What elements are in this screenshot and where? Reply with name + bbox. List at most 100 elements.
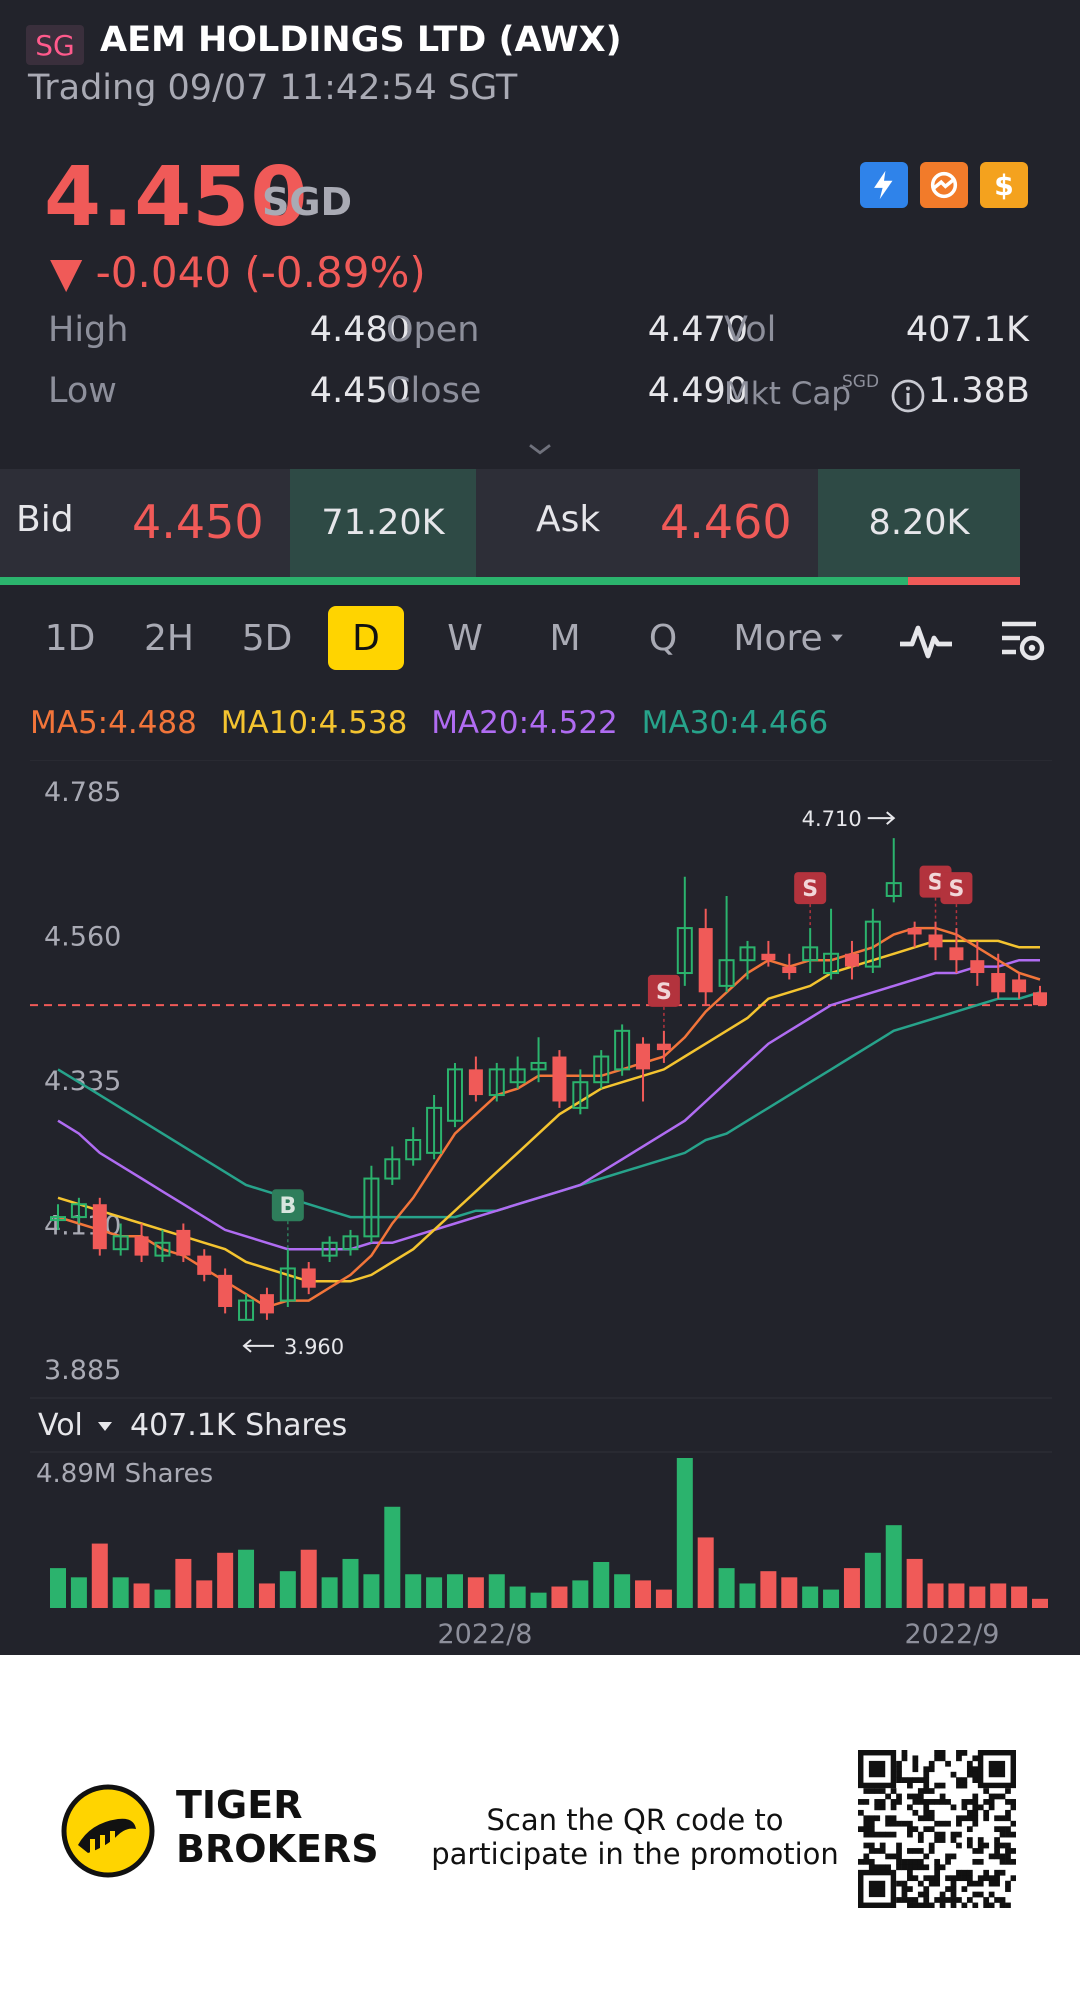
tab-1d[interactable]: 1D — [28, 606, 112, 670]
low-annotation: 3.960 — [284, 1335, 344, 1359]
brand-line-2: BROKERS — [176, 1827, 379, 1871]
ma10-line — [57, 939, 1040, 1283]
volume-bar — [551, 1586, 568, 1608]
brand-name: TIGER BROKERS — [176, 1783, 379, 1871]
tab-m[interactable]: M — [520, 606, 610, 670]
candle-body — [218, 1274, 233, 1307]
volume-bar — [50, 1568, 66, 1608]
high-annotation: 4.710 — [802, 807, 862, 831]
volume-bar — [321, 1577, 338, 1608]
volume-bar — [1011, 1586, 1028, 1608]
candle-body — [907, 928, 922, 935]
volume-bar — [760, 1571, 777, 1608]
volume-bar — [718, 1568, 735, 1608]
vol-value: 407.1K — [905, 310, 1029, 350]
lightning-icon[interactable] — [860, 162, 908, 208]
sell-signal-label: S — [948, 877, 964, 902]
volume-bar — [217, 1552, 234, 1608]
indicator-icon[interactable] — [896, 612, 956, 668]
candle-body — [761, 953, 776, 961]
volume-bar — [384, 1506, 401, 1608]
volume-bar — [405, 1574, 422, 1608]
info-icon[interactable] — [890, 378, 926, 414]
sell-signal-label: S — [802, 877, 818, 902]
caret-down-icon — [98, 1422, 112, 1431]
chart-settings-icon[interactable] — [996, 614, 1048, 666]
volume-bar — [739, 1583, 756, 1608]
high-label: High — [48, 310, 129, 350]
ma-legend: MA5:4.488 MA10:4.538 MA20:4.522 MA30:4.4… — [30, 705, 842, 741]
close-value: 4.490 — [647, 371, 748, 411]
volume-bar — [300, 1549, 317, 1608]
volume-bar — [969, 1586, 986, 1608]
dollar-icon[interactable]: $ — [980, 162, 1028, 208]
ask-price: 4.460 — [660, 495, 792, 549]
tab-more[interactable]: More — [730, 606, 850, 670]
volume-bar — [614, 1574, 631, 1608]
x-axis-label: 2022/8 — [438, 1619, 533, 1650]
feature-badges: $ — [860, 162, 1028, 208]
candle-body — [928, 934, 943, 948]
volume-bar — [363, 1574, 380, 1608]
y-tick-label: 4.785 — [44, 777, 121, 808]
ask-quantity: 8.20K — [818, 469, 1020, 577]
header: SG AEM HOLDINGS LTD (AWX) Trading 09/07 … — [0, 0, 1080, 150]
candle-body — [991, 973, 1006, 993]
x-axis-label: 2022/9 — [905, 1619, 1000, 1650]
tab-q[interactable]: Q — [618, 606, 708, 670]
buy-signal-label: B — [279, 1194, 296, 1219]
candle-body — [552, 1056, 567, 1102]
bid-ask-bar: Bid 4.450 71.20K Ask 4.460 8.20K — [0, 469, 1080, 579]
volume-bar — [488, 1574, 505, 1608]
open-label: Open — [386, 310, 480, 350]
volume-bar — [154, 1589, 171, 1608]
volume-bar — [676, 1458, 693, 1608]
stock-title[interactable]: AEM HOLDINGS LTD (AWX) — [100, 20, 622, 60]
volume-bar — [990, 1583, 1007, 1608]
tab-5d[interactable]: 5D — [222, 606, 312, 670]
candlestick-chart[interactable]: 4.785 4.560 4.335 4.110 3.885 4.710 3.960 B S S S… — [0, 760, 1080, 1680]
volume-bar — [342, 1558, 359, 1608]
candle-body — [134, 1236, 149, 1256]
volume-bar — [697, 1537, 714, 1608]
volume-bar — [279, 1571, 296, 1608]
promo-footer: TIGER BROKERS Scan the QR code to partic… — [0, 1655, 1080, 2001]
tab-w[interactable]: W — [420, 606, 510, 670]
y-tick-label: 4.110 — [44, 1211, 121, 1242]
mktcap-value: 1.38B — [928, 371, 1030, 411]
ma20-label: MA20:4.522 — [431, 705, 618, 741]
volume-bar — [509, 1586, 526, 1608]
candle-body — [844, 953, 859, 967]
candle-body — [949, 947, 964, 961]
candle-body — [970, 960, 985, 974]
candle-body — [197, 1255, 212, 1275]
volume-label: Vol — [38, 1408, 83, 1443]
qr-code[interactable] — [858, 1750, 1016, 1908]
candle-body — [176, 1229, 191, 1256]
volume-bar — [426, 1577, 443, 1608]
volume-bar — [258, 1583, 275, 1608]
ask-label: Ask — [536, 499, 601, 540]
chevron-down-icon[interactable] — [525, 434, 555, 464]
volume-bar — [446, 1574, 463, 1608]
close-label: Close — [386, 371, 482, 411]
tiger-logo-icon — [60, 1783, 156, 1879]
volume-bar — [70, 1577, 87, 1608]
volume-bar — [593, 1561, 610, 1608]
y-tick-label: 4.335 — [44, 1066, 121, 1097]
low-value: 4.450 — [309, 371, 410, 411]
market-flag: SG — [26, 25, 84, 65]
brand-line-1: TIGER — [176, 1783, 303, 1827]
tab-2h[interactable]: 2H — [124, 606, 214, 670]
volume-bar — [906, 1558, 923, 1608]
bid-label: Bid — [16, 499, 74, 540]
volume-bar — [843, 1568, 860, 1608]
ma20-line — [57, 958, 1040, 1251]
tab-d[interactable]: D — [328, 606, 404, 670]
promo-text: Scan the QR code to participate in the p… — [431, 1803, 839, 1871]
volume-bar — [467, 1577, 484, 1608]
pie-chart-icon[interactable] — [920, 162, 968, 208]
volume-bar — [802, 1586, 819, 1608]
candle-body — [656, 1043, 671, 1051]
bid-quantity: 71.20K — [290, 469, 476, 577]
